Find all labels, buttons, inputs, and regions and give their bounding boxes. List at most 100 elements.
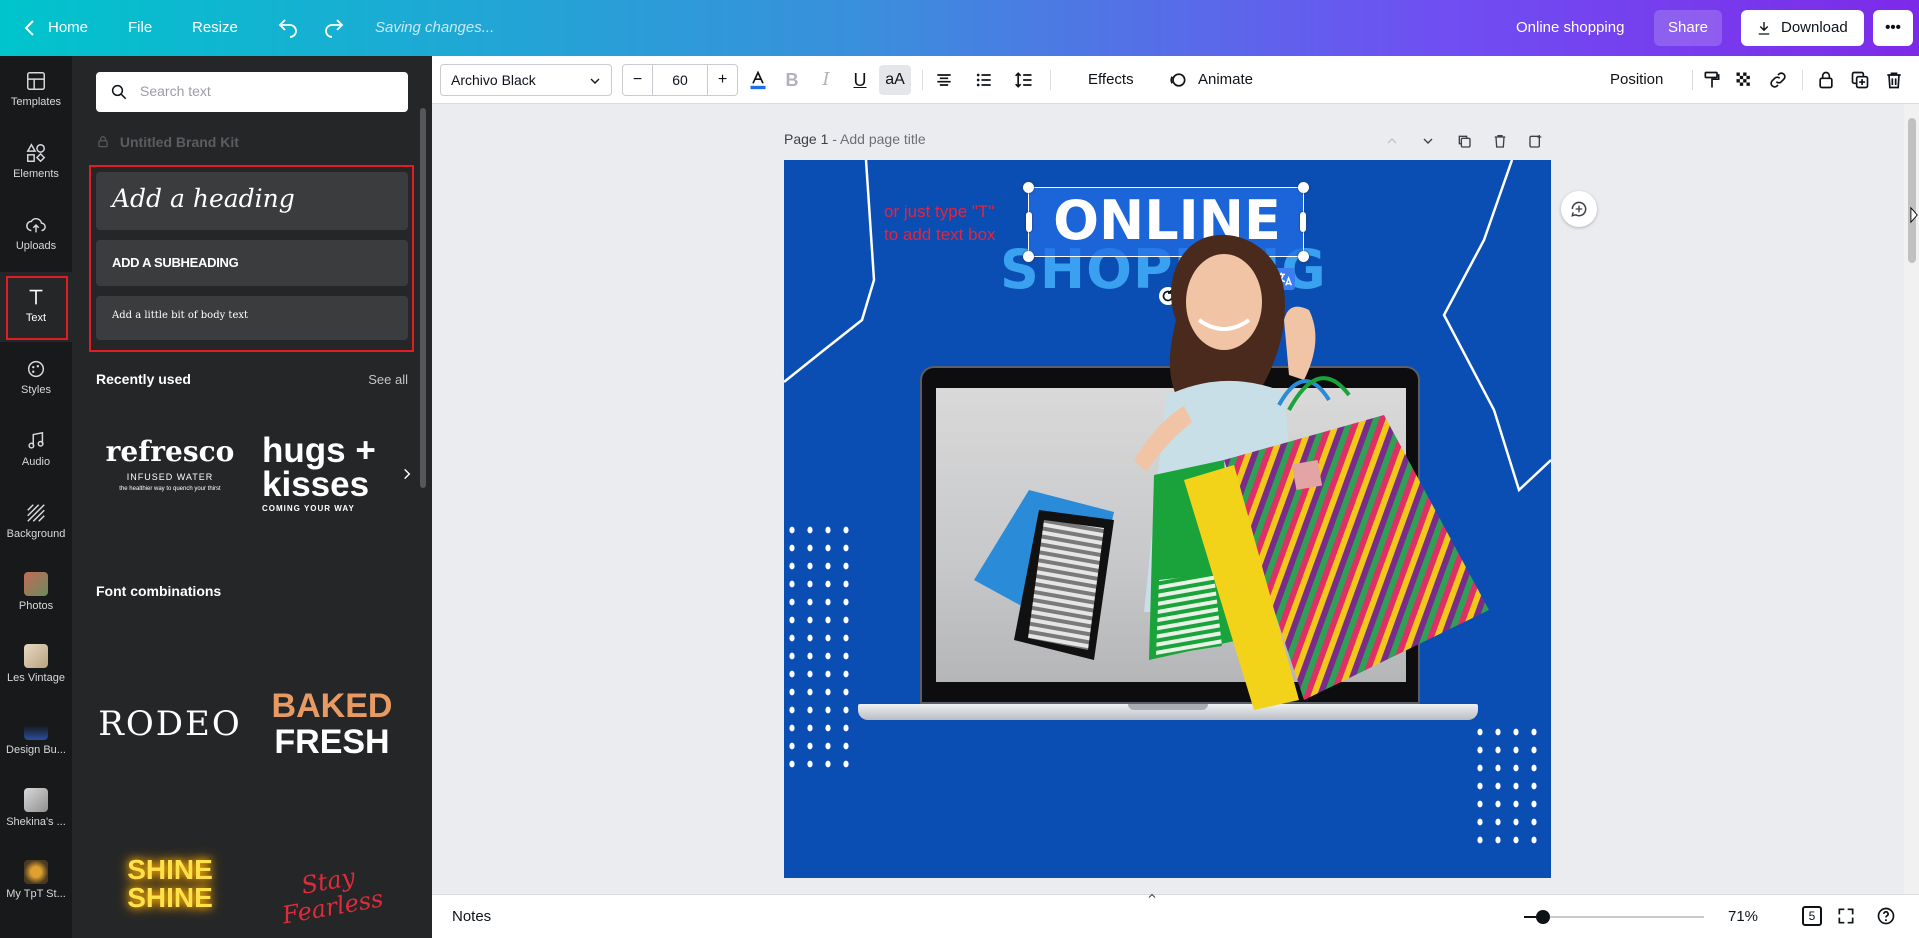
undo-icon[interactable] [276,16,300,40]
align-center-icon[interactable] [934,70,954,90]
design-page[interactable]: or just type "T" to add text box SHOPPIN… [784,160,1551,878]
rail-folder-les-vintage[interactable]: Les Vintage [0,632,72,702]
recent-hugs-kisses[interactable]: hugs + kisses COMING YOUR WAY [262,433,402,534]
combo-shine[interactable]: SHINE SHINE [96,856,244,938]
text-rail-highlight [6,276,68,340]
letter-case-icon[interactable]: aA [879,65,911,95]
templates-icon [27,72,45,90]
rail-templates[interactable]: Templates [0,56,72,126]
chevron-right-icon[interactable] [400,464,414,484]
rail-background[interactable]: Background [0,488,72,558]
rail-uploads[interactable]: Uploads [0,200,72,270]
page-count-button[interactable]: 5 [1802,906,1822,926]
download-button[interactable]: Download [1741,10,1864,46]
paint-format-icon[interactable] [1702,70,1722,90]
animate-button[interactable]: Animate [1198,56,1253,104]
rail-label: Uploads [15,240,57,252]
page-header: Page 1 - Add page title [784,131,926,147]
share-button[interactable]: Share [1654,10,1723,46]
brand-kit-label[interactable]: Untitled Brand Kit [96,134,239,150]
rail-elements[interactable]: Elements [0,128,72,198]
duplicate-page-icon[interactable] [1456,133,1472,149]
divider [1050,70,1051,90]
page-title-input[interactable]: - Add page title [832,131,925,147]
font-family-select[interactable]: Archivo Black [440,64,612,96]
rail-photos[interactable]: Photos [0,560,72,630]
help-icon[interactable] [1876,906,1896,926]
photos-icon [24,572,48,596]
list-icon[interactable] [974,70,994,90]
save-status: Saving changes... [375,19,495,36]
page-label: Page 1 [784,131,829,147]
download-label: Download [1781,19,1848,36]
link-icon[interactable] [1768,70,1788,90]
shine-line1: SHINE [127,854,213,885]
position-button[interactable]: Position [1610,56,1663,104]
hugs-line2: kisses [262,465,370,504]
combo-baked-fresh[interactable]: BAKED FRESH [262,688,402,778]
add-body-text-button[interactable]: Add a little bit of body text [96,296,408,340]
rail-folder-shekina[interactable]: Shekina's ... [0,776,72,846]
folder-thumb-icon [24,644,48,668]
zoom-slider-handle[interactable] [1536,910,1550,924]
add-subheading-button[interactable]: ADD A SUBHEADING [96,240,408,286]
italic-icon[interactable]: I [816,70,836,90]
underline-icon[interactable]: U [850,70,870,90]
file-menu[interactable]: File [128,0,152,56]
add-comment-icon[interactable] [1561,191,1597,227]
add-heading-button[interactable]: Add a heading [96,172,408,230]
folder-thumb-icon [24,788,48,812]
hugs-subtitle: COMING YOUR WAY [262,504,355,513]
font-size-value[interactable]: 60 [653,65,707,95]
see-all-link[interactable]: See all [368,372,408,387]
more-options-button[interactable]: ••• [1873,10,1913,46]
chevron-left-icon[interactable] [18,16,42,40]
combo-rodeo[interactable]: RODEO [96,704,244,754]
panel-scrollbar[interactable] [420,108,426,488]
background-icon [27,504,45,522]
home-button[interactable]: Home [48,0,88,56]
fullscreen-icon[interactable] [1836,906,1856,926]
add-page-icon[interactable] [1528,133,1544,149]
zoom-level[interactable]: 71% [1728,908,1758,925]
bold-icon[interactable]: B [782,70,802,90]
top-bar: Home File Resize Saving changes... Onlin… [0,0,1919,56]
rail-folder-design-bu[interactable]: Design Bu... [0,704,72,774]
text-color-icon[interactable] [748,70,768,90]
duplicate-icon[interactable] [1850,70,1870,90]
delete-page-icon[interactable] [1492,133,1508,149]
lock-icon[interactable] [1816,70,1836,90]
chevron-up-icon[interactable] [1144,889,1160,901]
rail-audio[interactable]: Audio [0,416,72,486]
scrollbar-thumb[interactable] [1908,118,1916,263]
resize-button[interactable]: Resize [192,0,238,56]
text-panel: Search text Untitled Brand Kit Add a hea… [72,56,432,938]
add-heading-label: Add a heading [112,184,295,213]
refresco-subtitle: INFUSED WATER [126,472,214,482]
effects-button[interactable]: Effects [1088,56,1134,104]
combo-stay-fearless[interactable]: Stay Fearless [257,856,407,938]
animate-icon[interactable] [1168,70,1188,90]
rail-styles[interactable]: Styles [0,344,72,414]
chevron-down-icon[interactable] [1420,133,1436,149]
spacing-icon[interactable] [1014,70,1034,90]
recent-refresco[interactable]: refresco INFUSED WATER the healthier way… [96,436,244,532]
font-combinations-heading: Font combinations [96,583,222,599]
notes-button[interactable]: Notes [452,908,491,925]
project-title[interactable]: Online shopping [1516,0,1624,56]
font-size-stepper[interactable]: − 60 + [622,64,738,96]
increase-size-button[interactable]: + [707,65,737,95]
chevron-up-icon[interactable] [1384,133,1400,149]
bottom-bar: Notes 71% 5 [432,893,1919,938]
rail-folder-my-tpt[interactable]: My TpT St... [0,848,72,918]
rail-label: Shekina's ... [6,816,66,828]
trash-icon[interactable] [1884,70,1904,90]
search-placeholder: Search text [140,83,211,99]
transparency-icon[interactable] [1734,70,1754,90]
search-text-input[interactable]: Search text [96,72,408,112]
zoom-slider[interactable] [1524,910,1704,924]
decrease-size-button[interactable]: − [623,65,653,95]
side-rail: Templates Elements Uploads Text Styles A… [0,56,72,938]
redo-icon[interactable] [322,16,346,40]
shine-line2: SHINE [127,882,213,913]
